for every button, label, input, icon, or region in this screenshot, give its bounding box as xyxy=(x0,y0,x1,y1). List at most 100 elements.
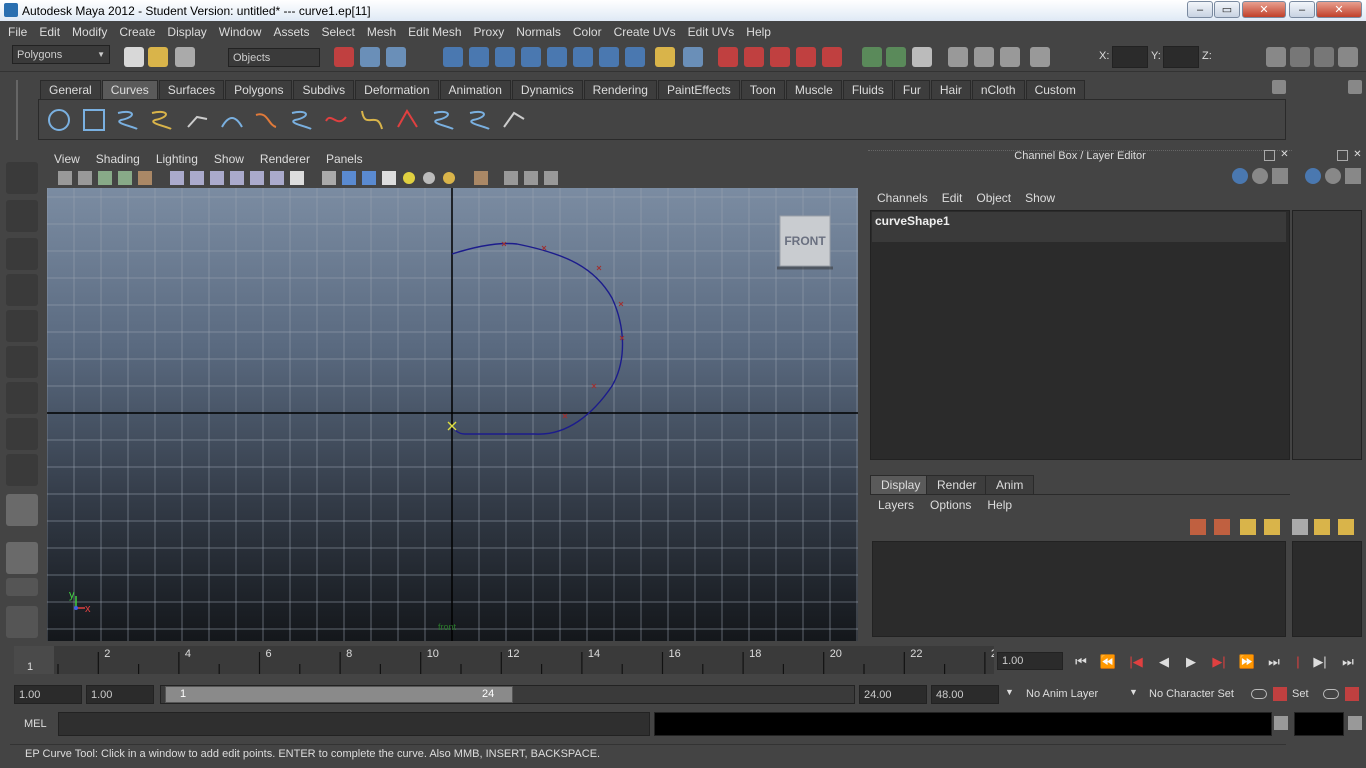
minimize-button[interactable]: – xyxy=(1289,1,1315,18)
gate-mask-icon[interactable] xyxy=(230,171,244,185)
select-tool-icon[interactable] xyxy=(6,162,38,194)
hyperbolic-icon[interactable] xyxy=(1272,168,1288,184)
tab-animation[interactable]: Animation xyxy=(439,80,511,99)
textured-icon[interactable] xyxy=(382,171,396,185)
open-scene-icon[interactable] xyxy=(148,47,168,67)
select-component-icon[interactable] xyxy=(386,47,406,67)
create-layer-from-selected-icon[interactable] xyxy=(1338,519,1354,535)
speed-icon[interactable] xyxy=(1325,168,1341,184)
cb-menu-channels[interactable]: Channels xyxy=(877,191,928,205)
toggle-channel-box-icon[interactable] xyxy=(1338,47,1358,67)
float-panel-icon[interactable] xyxy=(1264,150,1275,161)
use-default-lighting-icon[interactable] xyxy=(403,172,415,184)
render-current-frame-icon[interactable] xyxy=(948,47,968,67)
snap-curve-icon[interactable] xyxy=(744,47,764,67)
help-question-icon[interactable] xyxy=(625,47,645,67)
snap-grid-icon[interactable] xyxy=(718,47,738,67)
trash-icon[interactable] xyxy=(1348,80,1362,94)
panel-menu-view[interactable]: View xyxy=(54,152,80,166)
attach-curves-icon[interactable] xyxy=(289,107,315,133)
menu-select[interactable]: Select xyxy=(315,25,360,39)
film-gate-icon[interactable] xyxy=(190,171,204,185)
step-forward-frame-icon[interactable]: ▶| xyxy=(1209,654,1229,670)
menu-color[interactable]: Color xyxy=(567,25,608,39)
move-tool-icon[interactable] xyxy=(6,274,38,306)
layer-menu-help[interactable]: Help xyxy=(987,498,1012,512)
menu-assets[interactable]: Assets xyxy=(267,25,315,39)
tab-general[interactable]: General xyxy=(40,80,101,99)
menu-create[interactable]: Create xyxy=(113,25,161,39)
snap-view-plane-icon[interactable] xyxy=(796,47,816,67)
panel-menu-show[interactable]: Show xyxy=(214,152,244,166)
arc-tool-icon[interactable] xyxy=(219,107,245,133)
grease-pencil-icon[interactable] xyxy=(138,171,152,185)
tab-anim[interactable]: Anim xyxy=(985,475,1035,494)
menu-edit[interactable]: Edit xyxy=(33,25,66,39)
tab-painteffects[interactable]: PaintEffects xyxy=(657,80,740,99)
select-hierarchy-icon[interactable] xyxy=(334,47,354,67)
step-back-key-icon[interactable]: ⏪ xyxy=(1098,654,1118,670)
time-slider[interactable]: 24681012141618202224 1 xyxy=(14,646,1003,674)
move-layer-up-icon[interactable] xyxy=(1190,519,1206,535)
history-input-icon[interactable] xyxy=(862,47,882,67)
new-scene-icon[interactable] xyxy=(124,47,144,67)
menu-file[interactable]: File xyxy=(2,25,33,39)
auto-keyframe-icon[interactable] xyxy=(1273,687,1287,701)
create-empty-layer-icon[interactable] xyxy=(1314,519,1330,535)
close-panel-icon[interactable]: ✕ xyxy=(1352,150,1363,161)
nurbs-square-icon[interactable] xyxy=(81,107,107,133)
tab-ncloth[interactable]: nCloth xyxy=(971,80,1025,99)
menu-display[interactable]: Display xyxy=(161,25,212,39)
snap-point-icon[interactable] xyxy=(770,47,790,67)
show-manipulator-icon[interactable] xyxy=(6,454,38,486)
menu-window[interactable]: Window xyxy=(213,25,268,39)
four-view-layout-icon[interactable] xyxy=(6,578,38,596)
menu-create-uvs[interactable]: Create UVs xyxy=(608,25,682,39)
layer-menu-layers[interactable]: Layers xyxy=(878,498,914,512)
show-attribute-editor-icon[interactable] xyxy=(1266,47,1286,67)
tab-display[interactable]: Display xyxy=(870,475,932,494)
manip-axis-icon[interactable] xyxy=(1232,168,1248,184)
view-cube[interactable]: FRONT xyxy=(777,215,833,270)
go-to-end-icon[interactable]: ⏭ xyxy=(1264,654,1284,670)
play-backwards-icon[interactable]: ◀ xyxy=(1154,654,1174,670)
use-all-lights-icon[interactable] xyxy=(423,172,435,184)
tab-hair[interactable]: Hair xyxy=(930,80,971,99)
secondary-layer-list[interactable] xyxy=(1292,541,1362,637)
ep-curve-tool-active-icon[interactable] xyxy=(6,494,38,526)
selection-mode-dropdown[interactable]: Objects xyxy=(228,48,320,67)
render-settings-icon[interactable] xyxy=(1000,47,1020,67)
fillet-curve-icon[interactable] xyxy=(395,107,421,133)
camera-bookmark-icon[interactable] xyxy=(78,171,92,185)
highlight-selection-icon[interactable] xyxy=(683,47,703,67)
front-viewport[interactable]: FRONT y x front xyxy=(47,188,858,641)
reverse-curve-icon[interactable] xyxy=(501,107,527,133)
isolate-select-icon[interactable] xyxy=(474,171,488,185)
paint-select-tool-icon[interactable] xyxy=(6,238,38,270)
pick-rendering-icon[interactable] xyxy=(599,47,619,67)
soft-modification-icon[interactable] xyxy=(6,418,38,450)
save-scene-icon[interactable] xyxy=(175,47,195,67)
tab-surfaces[interactable]: Surfaces xyxy=(158,80,225,99)
create-empty-layer-icon[interactable] xyxy=(1240,519,1256,535)
move-layer-down-icon[interactable] xyxy=(1214,519,1230,535)
safe-title-icon[interactable] xyxy=(290,171,304,185)
channel-box-panel[interactable] xyxy=(870,210,1290,460)
playback-start-field[interactable]: 1.00 xyxy=(86,685,154,704)
resolution-gate-icon[interactable] xyxy=(210,171,224,185)
history-output-icon[interactable] xyxy=(886,47,906,67)
wireframe-on-shaded-icon[interactable] xyxy=(362,171,376,185)
layer-menu-options[interactable]: Options xyxy=(930,498,971,512)
animation-preferences-icon[interactable]: ▶| xyxy=(1310,654,1330,670)
close-panel-icon[interactable]: ✕ xyxy=(1279,150,1290,161)
hypershade-icon[interactable] xyxy=(1030,47,1050,67)
grid-toggle-icon[interactable] xyxy=(170,171,184,185)
key-icon[interactable] xyxy=(1251,689,1267,699)
lasso-tool-icon[interactable] xyxy=(6,200,38,232)
animation-end-field[interactable]: 48.00 xyxy=(931,685,999,704)
camera-attributes-icon[interactable] xyxy=(58,171,72,185)
close-button[interactable]: ✕ xyxy=(1242,1,1286,18)
make-live-icon[interactable] xyxy=(822,47,842,67)
construction-history-icon[interactable] xyxy=(912,47,932,67)
menu-normals[interactable]: Normals xyxy=(510,25,567,39)
